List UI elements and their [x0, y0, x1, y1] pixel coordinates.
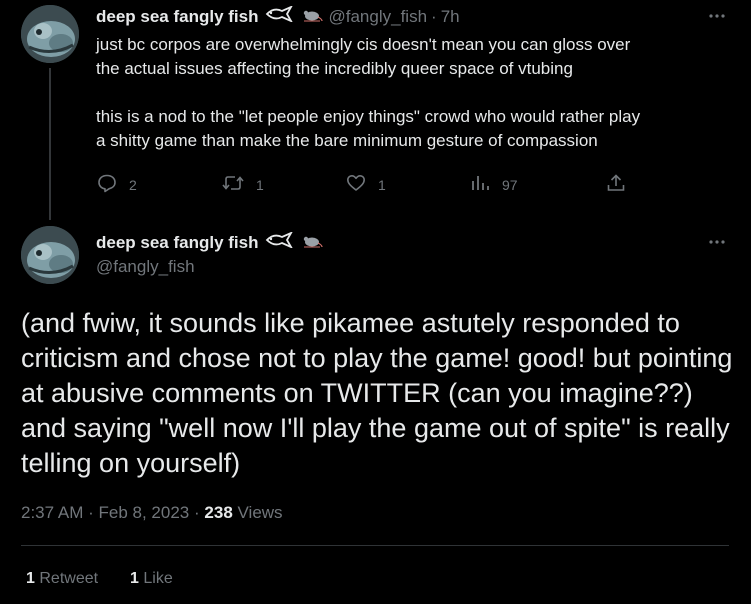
retweets-stat-link[interactable]: 1 Retweet [26, 568, 98, 590]
heart-icon [346, 173, 366, 196]
views-label: Views [237, 503, 283, 522]
fish-outline-icon [265, 231, 295, 253]
reply-button[interactable]: 2 [97, 173, 137, 196]
reply-count: 2 [129, 176, 137, 193]
more-options-icon[interactable] [705, 4, 729, 28]
retweets-total: 1 [26, 570, 35, 587]
retweets-label: Retweet [39, 570, 99, 587]
fish-outline-icon [265, 5, 295, 27]
separator-dot: · [431, 6, 437, 26]
separator-dot: · [194, 503, 200, 522]
author-handle[interactable]: @fangly_fish [96, 257, 195, 277]
retweet-count: 1 [256, 176, 264, 193]
views-total: 238 [204, 503, 233, 522]
more-options-icon[interactable] [705, 230, 729, 254]
tweet2-text: (and fwiw, it sounds like pikamee astute… [21, 308, 733, 478]
likes-stat-link[interactable]: 1 Like [130, 568, 173, 590]
retweet-icon [222, 173, 244, 196]
rat-icon [301, 6, 323, 27]
like-button[interactable]: 1 [346, 173, 386, 196]
tweet-date[interactable]: Feb 8, 2023 [99, 503, 190, 522]
tweet-time[interactable]: 2:37 AM [21, 503, 83, 522]
tweet-metadata: 2:37 AM · Feb 8, 2023 · 238 Views [21, 502, 283, 524]
share-icon [606, 173, 626, 196]
tweet-timestamp[interactable]: 7h [441, 7, 460, 27]
author-handle[interactable]: @fangly_fish [329, 7, 428, 27]
views-count: 97 [502, 176, 518, 193]
avatar[interactable] [21, 226, 79, 284]
share-button[interactable] [606, 173, 626, 196]
author-display-name[interactable]: deep sea fangly fish [96, 7, 259, 27]
likes-total: 1 [130, 570, 139, 587]
retweet-button[interactable]: 1 [222, 173, 264, 196]
tweet1-text: just bc corpos are overwhelmingly cis do… [96, 35, 641, 150]
thread-connector [49, 68, 51, 220]
views-button[interactable]: 97 [470, 173, 518, 196]
like-count: 1 [378, 176, 386, 193]
analytics-icon [470, 173, 490, 196]
avatar[interactable] [21, 5, 79, 63]
divider [21, 545, 729, 546]
tweet1-author-row: deep sea fangly fish @fangly_fish · 7h [96, 5, 460, 27]
rat-icon [301, 232, 323, 253]
reply-icon [97, 173, 117, 196]
likes-label: Like [143, 570, 173, 587]
author-display-name[interactable]: deep sea fangly fish [96, 233, 259, 253]
tweet2-author-row: deep sea fangly fish [96, 231, 323, 253]
separator-dot: · [88, 503, 94, 522]
